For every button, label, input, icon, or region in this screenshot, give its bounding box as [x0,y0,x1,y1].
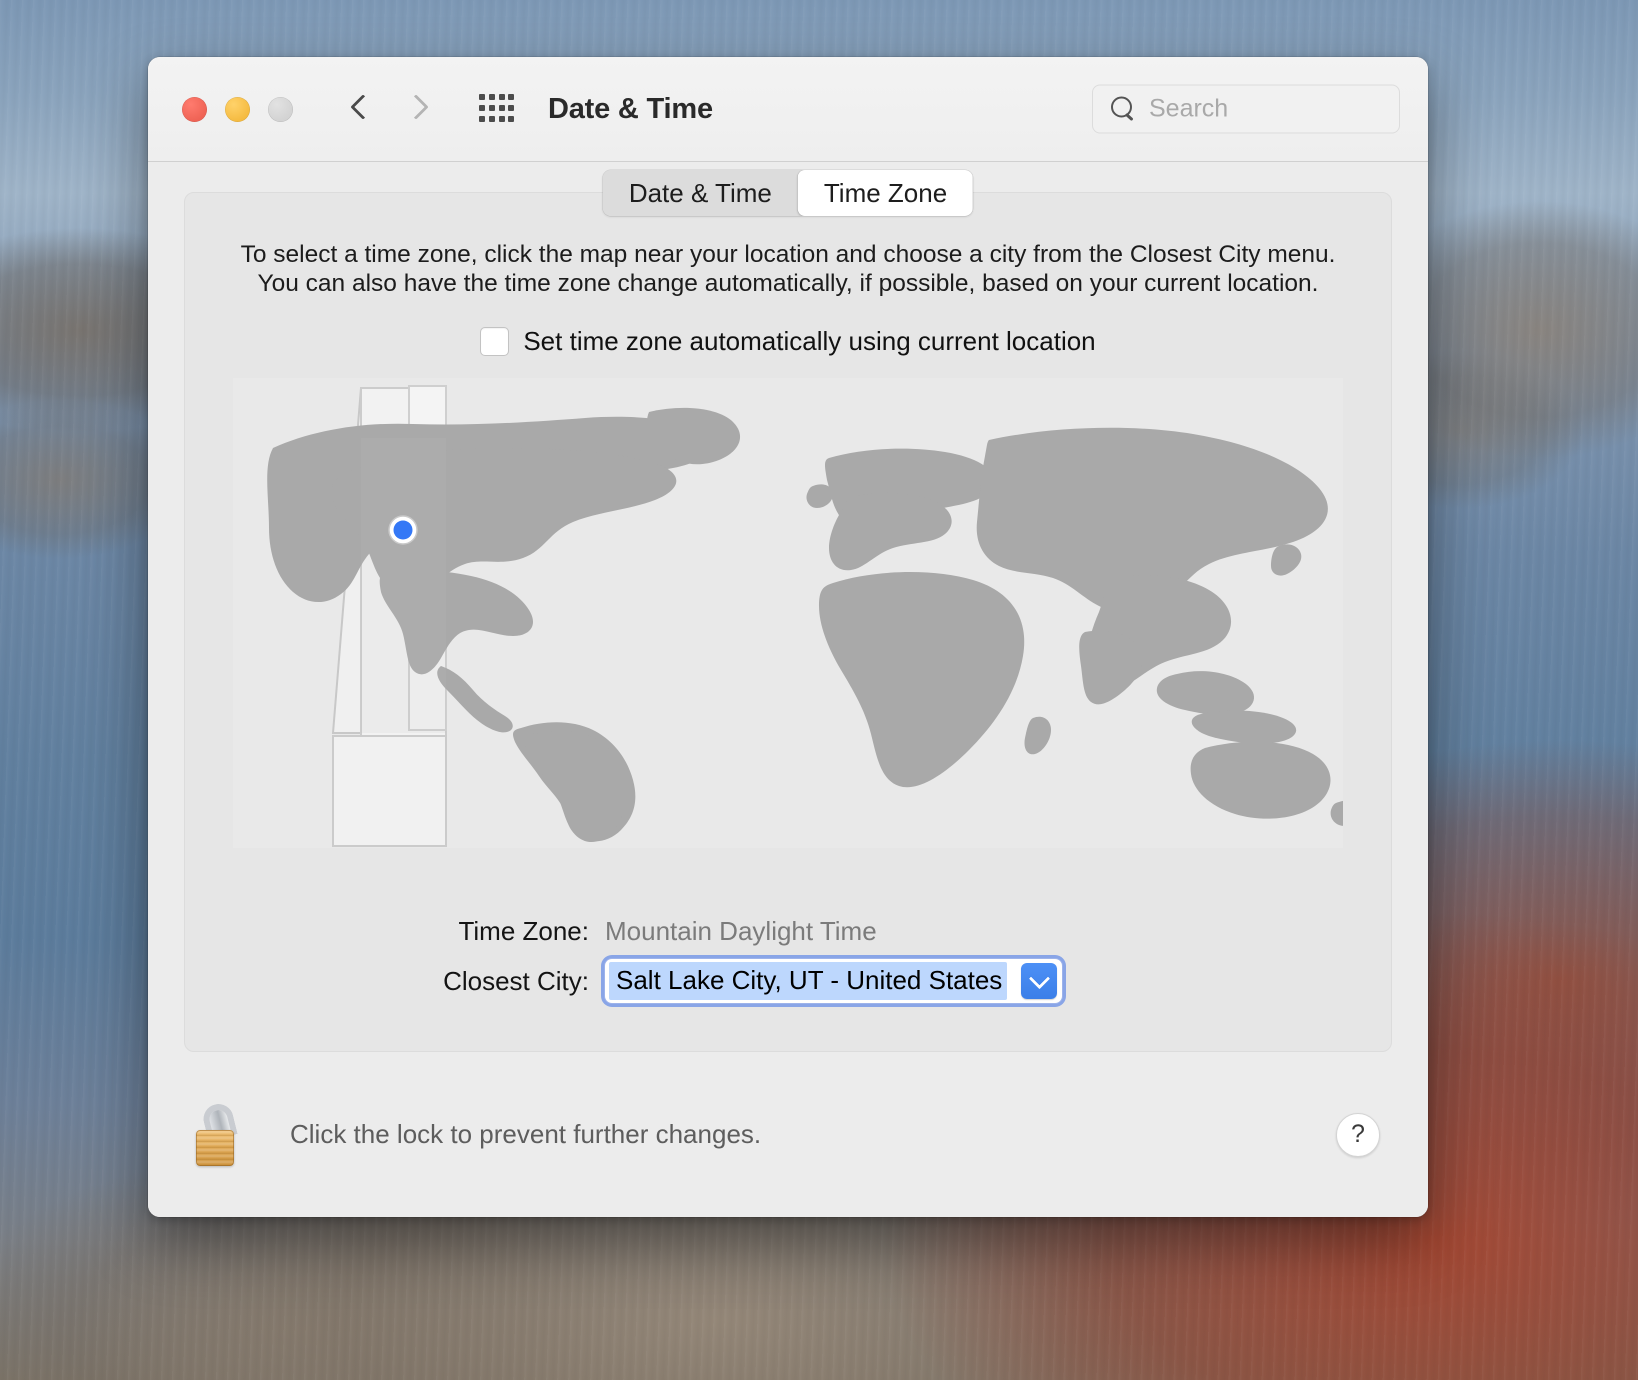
help-button[interactable]: ? [1336,1112,1380,1157]
tab-time-zone[interactable]: Time Zone [797,170,974,216]
system-preferences-window: Date & Time Date & Time Time Zone To sel… [148,57,1428,1217]
timezone-info-rows: Time Zone: Mountain Daylight Time Closes… [185,916,1391,1003]
time-zone-value: Mountain Daylight Time [605,916,877,946]
window-footer: Click the lock to prevent further change… [184,1052,1392,1217]
auto-timezone-label: Set time zone automatically using curren… [523,326,1096,356]
time-zone-label: Time Zone: [458,916,589,946]
time-zone-row: Time Zone: Mountain Daylight Time [185,916,1391,947]
closest-city-popup-button[interactable]: Salt Lake City, UT - United States [605,959,1063,1003]
unlocked-padlock-icon[interactable] [196,1100,248,1166]
closest-city-row: Closest City: Salt Lake City, UT - Unite… [185,959,1391,1003]
window-traffic-lights [182,96,293,122]
instructions-line-1: To select a time zone, click the map nea… [240,241,1336,268]
zoom-button[interactable] [268,96,293,122]
navigation-arrows [351,92,427,126]
show-all-grid-icon[interactable] [479,94,515,124]
closest-city-label: Closest City: [443,965,589,996]
world-map[interactable] [185,378,1391,878]
page-title: Date & Time [548,92,713,125]
lock-caption: Click the lock to prevent further change… [290,1119,762,1149]
chevron-down-icon[interactable] [1021,963,1058,999]
search-icon [1111,96,1137,122]
closest-city-value: Salt Lake City, UT - United States [609,962,1008,1000]
auto-timezone-row[interactable]: Set time zone automatically using curren… [185,326,1391,357]
window-titlebar: Date & Time [148,57,1428,162]
instructions-line-2: You can also have the time zone change a… [257,269,1319,297]
map-highlight-overlay [361,438,446,733]
window-body: Date & Time Time Zone To select a time z… [148,162,1428,1217]
minimize-button[interactable] [225,96,250,122]
tab-date-and-time[interactable]: Date & Time [602,170,798,216]
search-field[interactable] [1092,84,1400,134]
padlock-body [196,1129,234,1166]
instructions-text: To select a time zone, click the map nea… [185,241,1391,299]
auto-timezone-checkbox[interactable] [480,327,510,356]
chevron-right-icon[interactable] [407,92,427,126]
world-map-svg[interactable] [233,378,1343,848]
chevron-left-icon[interactable] [351,92,371,126]
search-input[interactable] [1147,93,1387,125]
close-button[interactable] [182,96,207,122]
timezone-pane: Date & Time Time Zone To select a time z… [184,170,1392,1052]
tab-bar: Date & Time Time Zone [602,170,974,216]
current-location-marker [388,515,418,545]
